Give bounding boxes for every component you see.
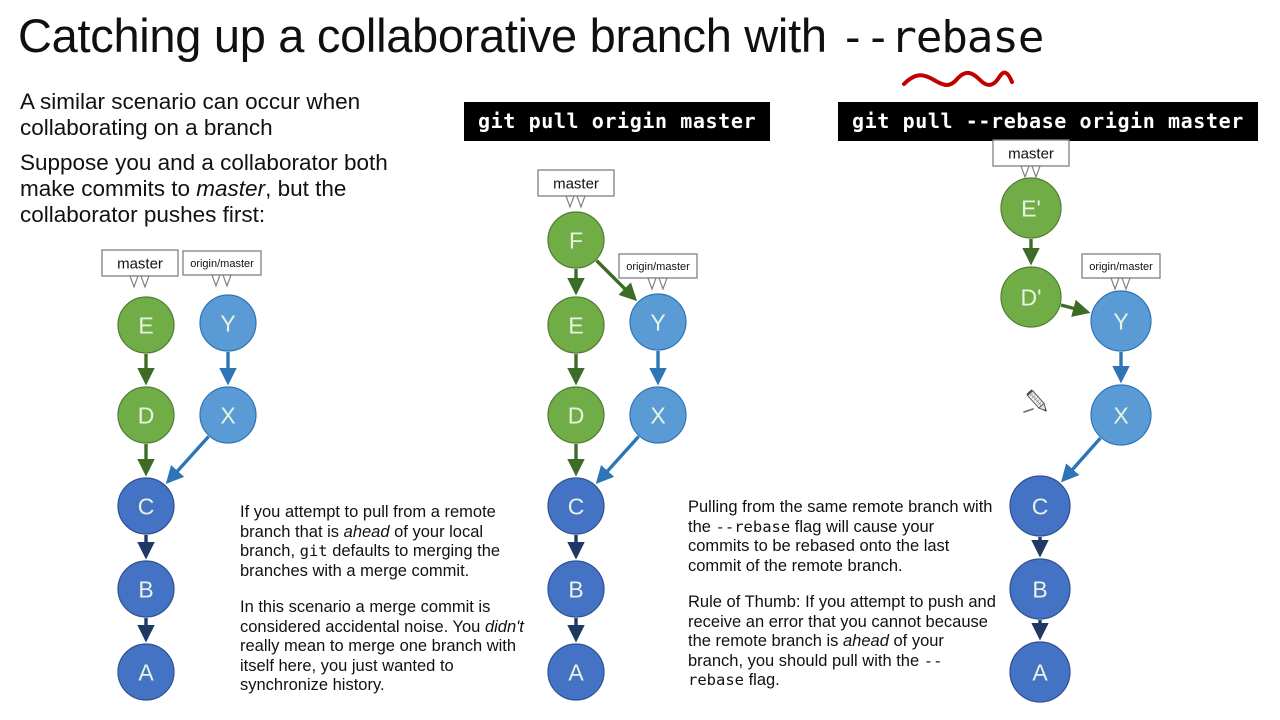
note-right-p1-seg-4: flag.: [744, 671, 780, 689]
commit-node-Dprime[interactable]: D': [1000, 266, 1062, 328]
commit-edge-X-to-C: [165, 435, 210, 485]
note-right-p1-seg-0: Rule of Thumb: If you attempt to push an…: [688, 593, 996, 650]
commit-node-B[interactable]: B: [547, 560, 605, 618]
page-title: Catching up a collaborative branch with …: [18, 8, 1044, 63]
commit-node-label: F: [569, 228, 583, 254]
commit-edge-X-to-C: [595, 435, 640, 485]
commit-node-Y[interactable]: Y: [629, 293, 687, 351]
commit-node-label: A: [1032, 660, 1048, 686]
pen-cursor-icon: [1023, 389, 1047, 413]
intro-p2-seg-1: master: [196, 176, 266, 201]
commit-graph-after-merge-pull: master origin/master F E Y D X C B A: [530, 169, 710, 710]
intro-paragraph-2: Suppose you and a collaborator both make…: [20, 150, 420, 228]
commit-node-label: X: [1113, 403, 1128, 429]
branch-label-text: origin/master: [190, 258, 254, 270]
commit-node-label: B: [1032, 577, 1047, 603]
note-left-paragraph-0: If you attempt to pull from a remote bra…: [240, 503, 542, 581]
note-right-paragraph-0: Pulling from the same remote branch with…: [688, 498, 998, 576]
commit-node-Y[interactable]: Y: [199, 294, 257, 352]
commit-node-label: A: [138, 660, 154, 686]
commit-node-C[interactable]: C: [1009, 475, 1071, 537]
commit-node-label: C: [138, 494, 155, 520]
explanation-rebase: Pulling from the same remote branch with…: [688, 498, 998, 691]
commit-node-label: X: [220, 403, 235, 429]
commit-node-label: B: [138, 577, 153, 603]
explanation-merge: If you attempt to pull from a remote bra…: [240, 503, 542, 696]
commit-node-F[interactable]: F: [547, 211, 605, 269]
commit-node-label: Y: [1113, 309, 1128, 335]
commit-node-label: D: [138, 403, 155, 429]
branch-label-master: master: [537, 169, 615, 209]
commit-node-label: E': [1021, 196, 1041, 222]
intro-p1-seg-0: A similar scenario can occur when collab…: [20, 89, 361, 140]
commit-node-D[interactable]: D: [117, 386, 175, 444]
branch-label-origin-master: origin/master: [618, 253, 698, 291]
command-banner-rebase: git pull --rebase origin master: [838, 102, 1258, 141]
slide-canvas: Catching up a collaborative branch with …: [0, 0, 1280, 720]
commit-node-Y[interactable]: Y: [1090, 290, 1152, 352]
note-left-p1-seg-2: really mean to merge one branch with its…: [240, 637, 517, 694]
commit-graph-after-rebase-pull-svg: master origin/master E' D' Y X C B A: [992, 139, 1161, 703]
commit-node-A[interactable]: A: [117, 643, 175, 701]
commit-node-label: E: [138, 313, 153, 339]
command-banner-merge: git pull origin master: [464, 102, 771, 141]
branch-label-master: master: [992, 139, 1070, 179]
commit-edge-X-to-C: [1060, 437, 1102, 483]
commit-node-label: C: [568, 494, 585, 520]
intro-paragraph-1: A similar scenario can occur when collab…: [20, 89, 420, 141]
commit-node-E[interactable]: E: [117, 296, 175, 354]
note-right-p1-seg-1: ahead: [843, 632, 889, 650]
note-left-p1-seg-0: In this scenario a merge commit is consi…: [240, 598, 491, 636]
commit-node-C[interactable]: C: [117, 477, 175, 535]
commit-node-label: E: [568, 313, 583, 339]
note-left-paragraph-1: In this scenario a merge commit is consi…: [240, 598, 542, 696]
commit-node-label: C: [1032, 494, 1049, 520]
commit-graph-after-merge-pull-svg: master origin/master F E Y D X C B A: [537, 169, 698, 701]
commit-node-label: A: [568, 660, 584, 686]
note-right-p0-seg-1: --rebase: [715, 517, 791, 536]
commit-node-E[interactable]: E: [547, 296, 605, 354]
commit-node-label: Y: [650, 310, 665, 336]
commit-edge-Dp-to-Y: [1060, 299, 1091, 317]
branch-label-origin-master: origin/master: [182, 250, 262, 288]
red-squiggle-underline-icon: [902, 70, 1014, 87]
branch-label-master: master: [101, 249, 179, 289]
commit-node-X[interactable]: X: [199, 386, 257, 444]
branch-label-text: master: [117, 255, 163, 272]
note-right-paragraph-1: Rule of Thumb: If you attempt to push an…: [688, 593, 998, 691]
note-left-p0-seg-1: ahead: [343, 522, 390, 541]
branch-label-text: master: [553, 175, 599, 192]
commit-node-label: Y: [220, 311, 235, 337]
note-left-p0-seg-3: git: [299, 542, 328, 560]
page-title-code: --rebase: [839, 12, 1044, 63]
commit-node-X[interactable]: X: [1090, 384, 1152, 446]
commit-node-B[interactable]: B: [1009, 558, 1071, 620]
branch-label-text: origin/master: [626, 261, 690, 273]
commit-node-Eprime[interactable]: E': [1000, 177, 1062, 239]
branch-label-origin-master: origin/master: [1081, 253, 1161, 291]
commit-node-label: X: [650, 403, 665, 429]
commit-node-D[interactable]: D: [547, 386, 605, 444]
commit-node-label: D': [1020, 285, 1041, 311]
commit-node-A[interactable]: A: [547, 643, 605, 701]
branch-label-text: origin/master: [1089, 261, 1153, 273]
note-left-p1-seg-1: didn't: [484, 617, 524, 636]
commit-node-C[interactable]: C: [547, 477, 605, 535]
commit-node-B[interactable]: B: [117, 560, 175, 618]
commit-node-A[interactable]: A: [1009, 641, 1071, 703]
commit-node-X[interactable]: X: [629, 386, 687, 444]
commit-graph-after-rebase-pull: master origin/master E' D' Y X C B A: [992, 139, 1175, 710]
commit-node-label: D: [568, 403, 585, 429]
commit-node-label: B: [568, 577, 583, 603]
page-title-text: Catching up a collaborative branch with: [18, 9, 840, 62]
branch-label-text: master: [1008, 145, 1054, 162]
